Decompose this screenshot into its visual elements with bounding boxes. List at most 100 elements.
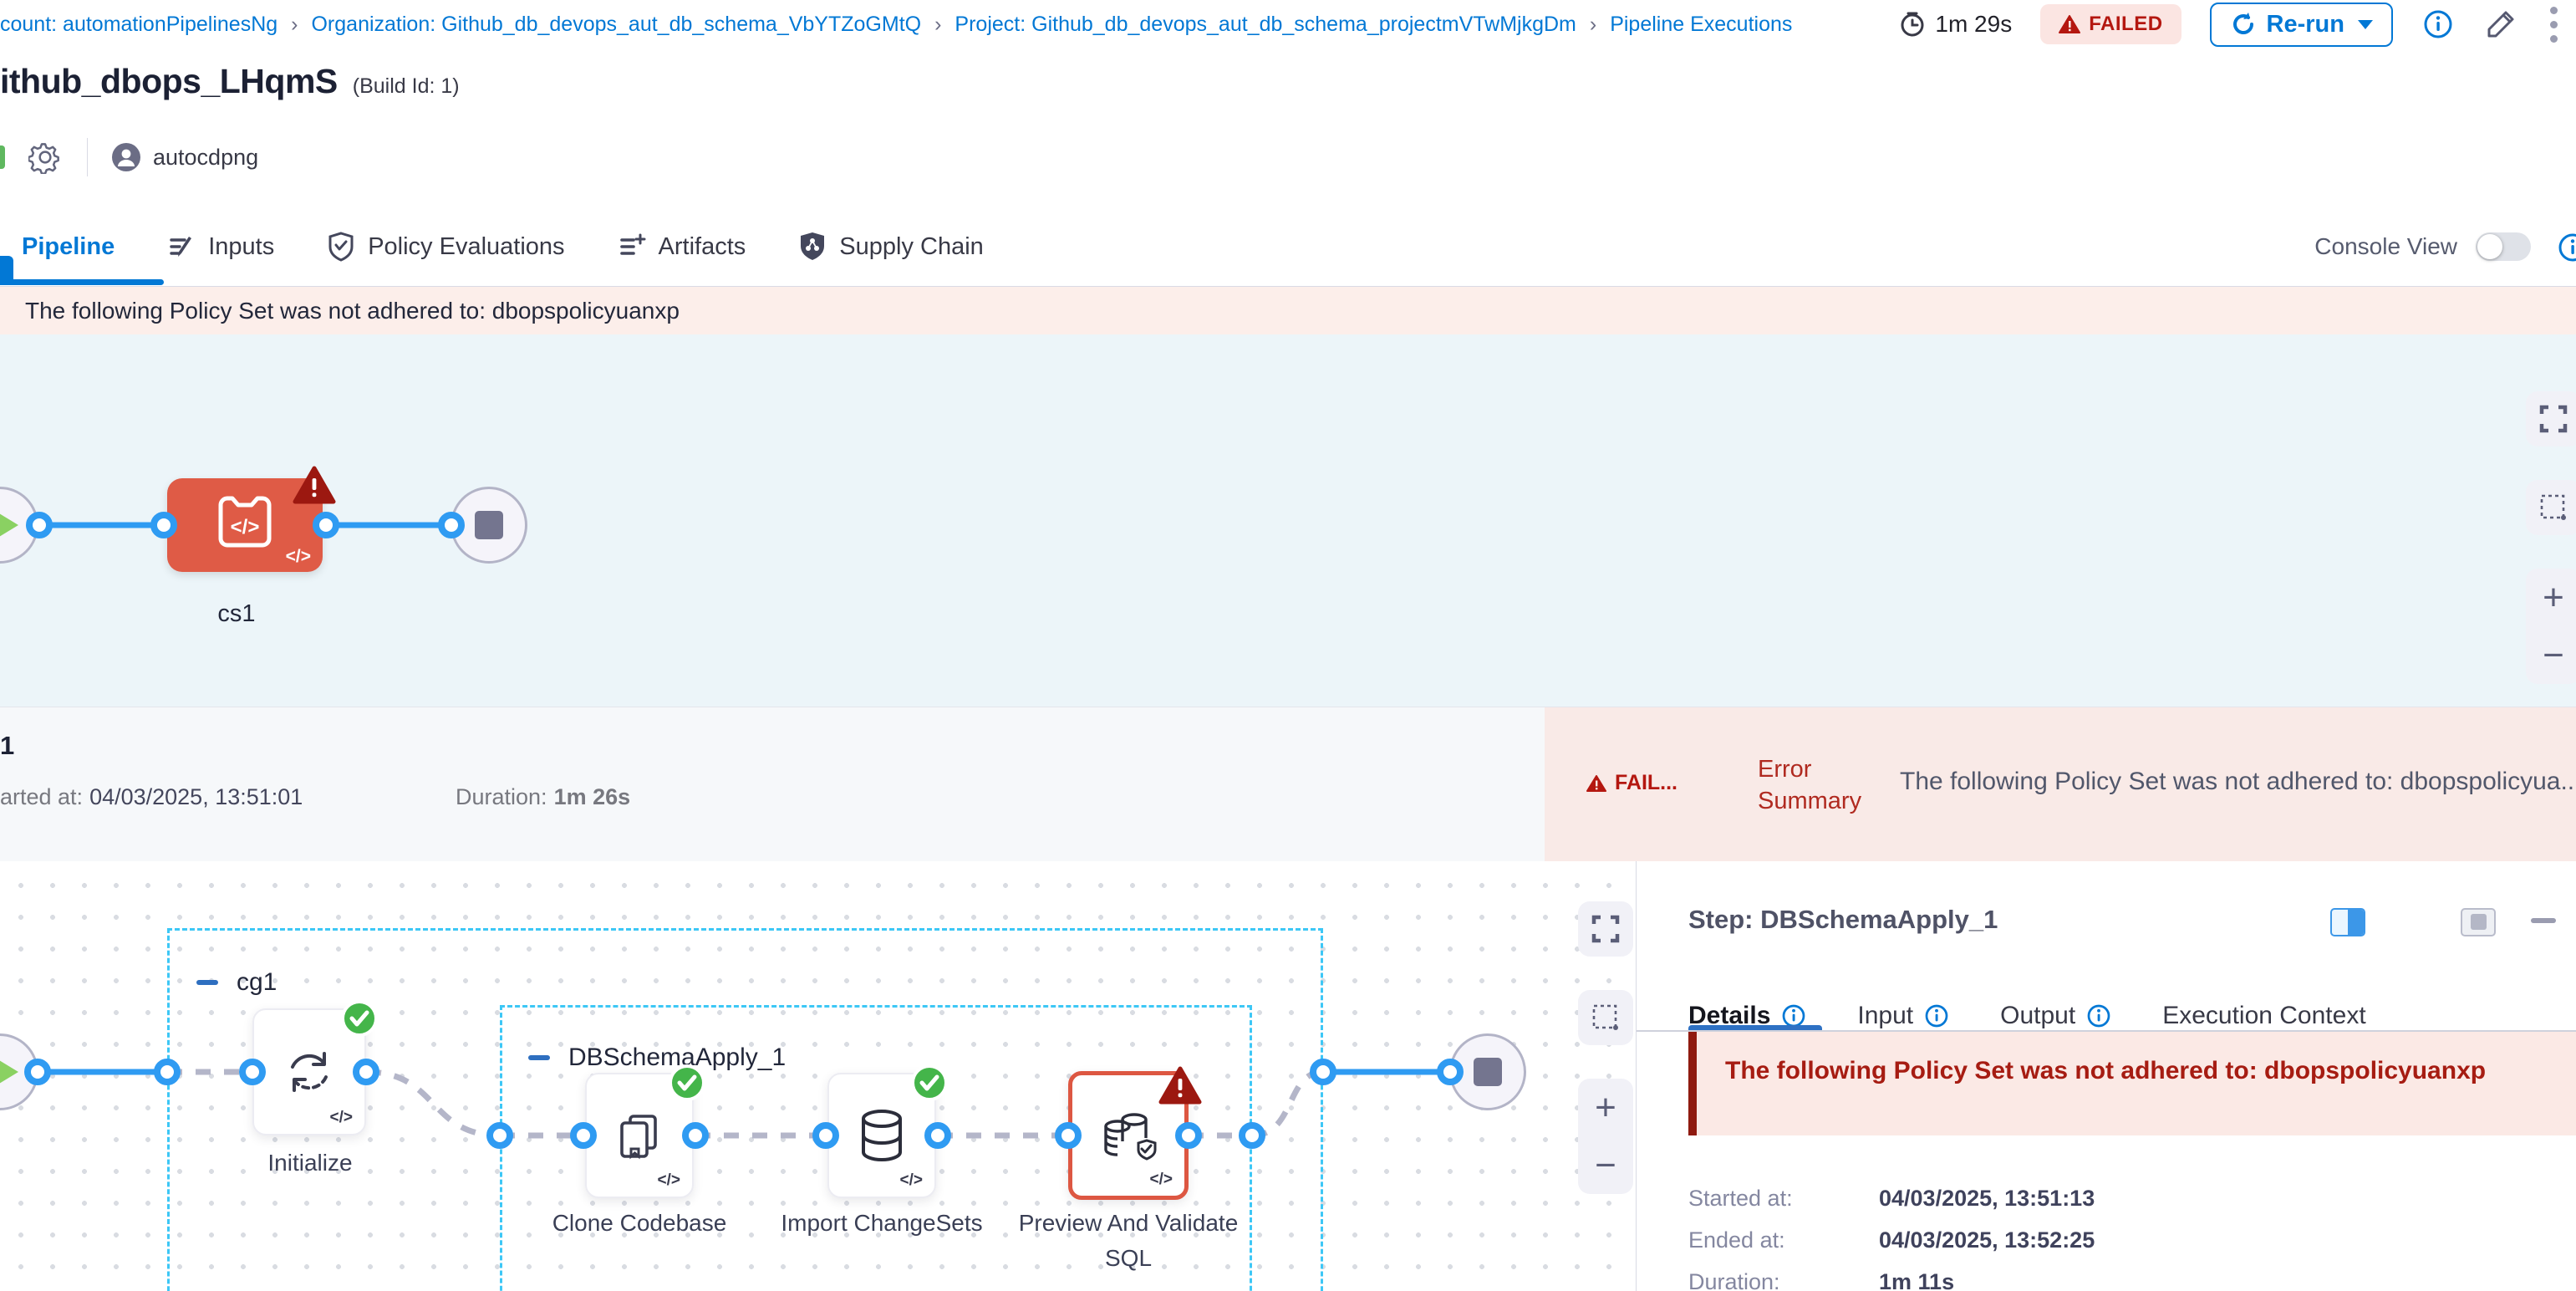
- stage-error-badge: [293, 466, 336, 504]
- fullscreen-button[interactable]: [2526, 391, 2576, 446]
- panel-tab-output[interactable]: Output: [2000, 1002, 2112, 1030]
- policy-violation-banner-text: The following Policy Set was not adhered…: [25, 298, 680, 324]
- breadcrumb-account[interactable]: count: automationPipelinesNg: [0, 13, 277, 37]
- zoom-controls: + −: [2526, 569, 2576, 684]
- triggered-by-user: autocdpng: [111, 142, 258, 172]
- refresh-icon: [2230, 11, 2257, 38]
- step-success-badge: [911, 1064, 948, 1101]
- detail-label: Duration:: [1688, 1269, 1879, 1291]
- execution-graph-canvas[interactable]: cg1 DBSchemaApply_1: [0, 861, 1636, 1291]
- sync-icon: [283, 1045, 336, 1099]
- connector-port: [1055, 1122, 1082, 1149]
- active-tab-underline: [0, 279, 164, 285]
- top-bar: count: automationPipelinesNg Organizatio…: [0, 0, 2576, 48]
- play-icon: [0, 509, 20, 541]
- panel-tab-input-label: Input: [1857, 1002, 1913, 1030]
- detail-label: Ended at:: [1688, 1227, 1879, 1253]
- panel-tab-execution-context[interactable]: Execution Context: [2162, 1002, 2365, 1030]
- layout-floating-view-button[interactable]: [2461, 908, 2496, 936]
- collapse-icon[interactable]: [528, 1055, 550, 1060]
- elapsed-time: 1m 29s: [1898, 10, 2012, 38]
- pipeline-stage-canvas[interactable]: </> </> cs1: [0, 334, 2576, 707]
- zoom-in-button[interactable]: +: [1595, 1089, 1616, 1126]
- tab-policy-evaluations[interactable]: Policy Evaluations: [326, 231, 564, 263]
- info-icon[interactable]: [2421, 8, 2455, 41]
- fail-badge: FAIL...: [1586, 771, 1677, 795]
- info-icon[interactable]: [2556, 231, 2576, 264]
- connector-port: [1239, 1122, 1265, 1149]
- panel-error-text: The following Policy Set was not adhered…: [1725, 1057, 2486, 1084]
- stop-icon: [1474, 1058, 1502, 1086]
- more-options-kebab-icon[interactable]: [2547, 3, 2561, 46]
- minimize-panel-button[interactable]: [2531, 918, 2556, 923]
- shield-network-icon: [797, 231, 827, 263]
- group-cg1-label: cg1: [237, 968, 277, 997]
- gear-icon[interactable]: [28, 140, 62, 174]
- divider: [87, 138, 88, 176]
- connector-port: [1437, 1059, 1464, 1085]
- duration-value: 1m 26s: [554, 784, 631, 810]
- panel-title: Step: DBSchemaApply_1: [1688, 905, 1998, 935]
- console-view-label: Console View: [2314, 233, 2457, 260]
- info-icon: [2085, 1003, 2112, 1029]
- fullscreen-button[interactable]: [1578, 901, 1633, 957]
- breadcrumb-pipeline-executions[interactable]: Pipeline Executions: [1610, 13, 1792, 37]
- tabs: Pipeline Inputs Policy Evaluations: [0, 231, 984, 263]
- panel-tab-input[interactable]: Input: [1857, 1002, 1950, 1030]
- connector-port: [1310, 1059, 1336, 1085]
- stage-summary-bar: 1 arted at: 04/03/2025, 13:51:01 Duratio…: [0, 707, 2576, 861]
- stop-icon: [475, 511, 503, 539]
- collapse-icon[interactable]: [196, 980, 218, 985]
- console-view-control: Console View: [2314, 232, 2531, 261]
- tab-pipeline-label: Pipeline: [22, 233, 115, 261]
- connector-port: [353, 1059, 379, 1085]
- error-summary-text: The following Policy Set was not adhered…: [1900, 768, 2576, 796]
- shield-check-icon: [326, 231, 356, 263]
- connector-port: [239, 1059, 266, 1085]
- title-row: ithub_dbops_LHqmS (Build Id: 1): [0, 62, 460, 101]
- canvas-controls: + −: [1578, 901, 1633, 1194]
- stage-started-at: arted at: 04/03/2025, 13:51:01: [0, 784, 303, 810]
- status-badge-label: FAILED: [2089, 13, 2162, 36]
- code-glyph: </>: [330, 1109, 353, 1127]
- layout-right-view-button[interactable]: [2330, 908, 2365, 936]
- elapsed-time-label: 1m 29s: [1935, 11, 2012, 38]
- panel-layout-controls: [2330, 908, 2496, 936]
- detail-row-duration: Duration: 1m 11s: [1688, 1269, 1954, 1291]
- chevron-down-icon: [2358, 20, 2373, 29]
- tab-pipeline[interactable]: Pipeline: [22, 233, 115, 261]
- group-dbschemaapply-header[interactable]: DBSchemaApply_1: [528, 1044, 786, 1072]
- edit-pencil-icon[interactable]: [2483, 7, 2518, 42]
- zoom-in-button[interactable]: +: [2543, 579, 2564, 616]
- code-glyph: </>: [658, 1171, 680, 1190]
- connector-port: [570, 1122, 597, 1149]
- selection-tool-button[interactable]: [1578, 990, 1633, 1045]
- breadcrumb-project[interactable]: Project: Github_db_devops_aut_db_schema_…: [955, 13, 1576, 37]
- step-label-initialize: Initialize: [193, 1146, 427, 1181]
- clock-icon: [1898, 10, 1927, 38]
- breadcrumb-organization[interactable]: Organization: Github_db_devops_aut_db_sc…: [311, 13, 921, 37]
- breadcrumb-separator: [934, 13, 941, 37]
- play-icon: [0, 1056, 20, 1088]
- panel-tab-output-label: Output: [2000, 1002, 2075, 1030]
- fail-badge-label: FAIL...: [1615, 771, 1677, 795]
- group-cg1-header[interactable]: cg1: [196, 968, 277, 997]
- connector-port: [486, 1122, 513, 1149]
- header-actions: 1m 29s FAILED Re-run: [1898, 3, 2576, 47]
- breadcrumb-separator: [1590, 13, 1596, 37]
- error-summary-label: Error Summary: [1758, 753, 1891, 817]
- selection-tool-button[interactable]: [2526, 480, 2576, 535]
- started-value: 04/03/2025, 13:51:01: [89, 784, 303, 810]
- console-view-toggle[interactable]: [2476, 232, 2531, 261]
- zoom-out-button[interactable]: −: [1595, 1147, 1616, 1184]
- stage-node-cs1[interactable]: </> </>: [167, 478, 323, 572]
- connector-port: [24, 1059, 51, 1085]
- detail-label: Started at:: [1688, 1186, 1879, 1212]
- tab-inputs[interactable]: Inputs: [166, 232, 274, 262]
- tab-supply-chain-label: Supply Chain: [839, 233, 984, 261]
- canvas-controls: + −: [2526, 391, 2576, 684]
- zoom-out-button[interactable]: −: [2543, 637, 2564, 674]
- rerun-button[interactable]: Re-run: [2210, 3, 2393, 47]
- tab-supply-chain[interactable]: Supply Chain: [797, 231, 984, 263]
- tab-artifacts[interactable]: Artifacts: [617, 232, 746, 262]
